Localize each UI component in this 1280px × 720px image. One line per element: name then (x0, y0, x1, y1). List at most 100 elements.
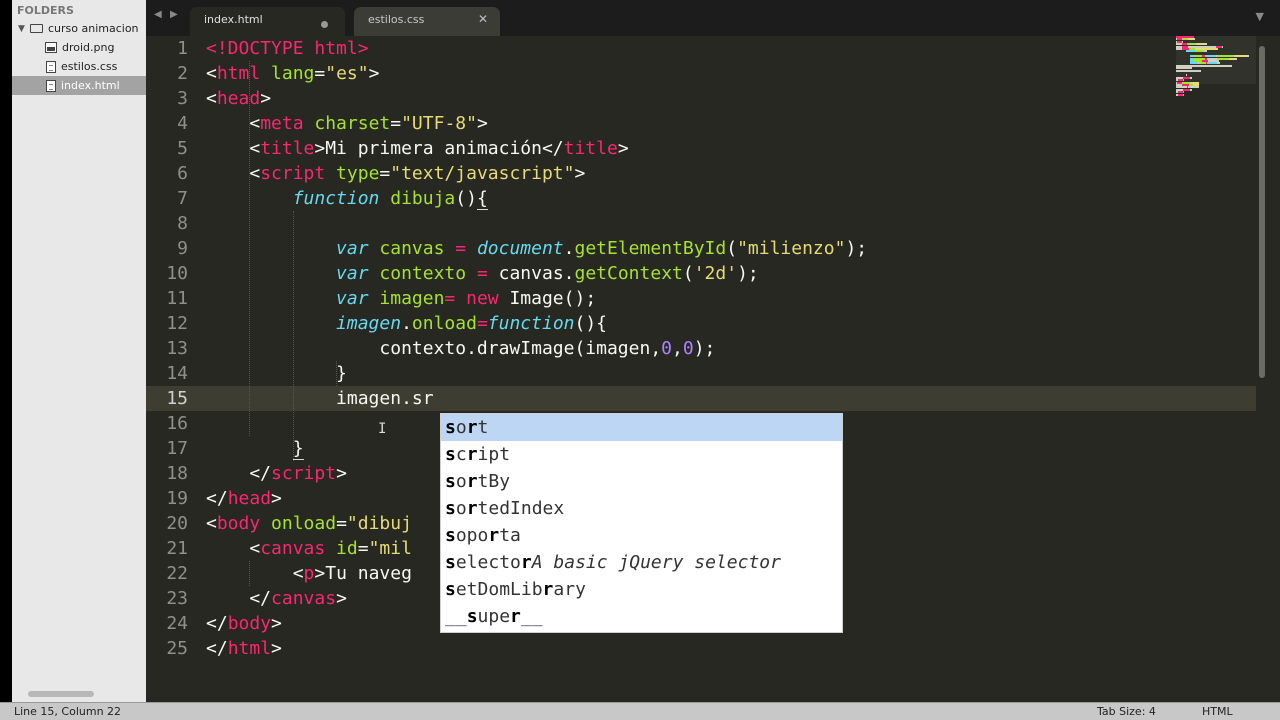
code-token: = (357, 538, 369, 559)
line-number: 15 (166, 388, 188, 409)
code-token: title (260, 138, 315, 159)
sidebar-file-index-html[interactable]: index.html (12, 76, 146, 95)
autocomplete-item[interactable]: script (441, 441, 842, 468)
autocomplete-item[interactable]: __super__ (441, 603, 842, 630)
code-line[interactable]: </head> (206, 486, 282, 511)
autocomplete-item-text: ipt (477, 444, 511, 465)
autocomplete-popup[interactable]: sort script sortBy sortedIndex soporta select… (441, 414, 842, 632)
autocomplete-item[interactable]: sort (441, 414, 842, 441)
minimap-line (1195, 50, 1204, 53)
folder-icon (30, 24, 43, 33)
code-token: = (390, 113, 402, 134)
line-number: 4 (177, 113, 188, 134)
code-token: script (271, 463, 337, 484)
code-line[interactable]: <!DOCTYPE html> (206, 36, 369, 61)
code-token: p (303, 563, 315, 584)
code-token: ( (682, 263, 694, 284)
code-token: var (336, 238, 369, 259)
folder-label: curso animacion (48, 22, 139, 35)
code-token: canvas (271, 588, 337, 609)
autocomplete-item-text: tedIndex (477, 498, 565, 519)
code-token: >Tu naveg (314, 563, 412, 584)
sidebar-folder-curso-animacion[interactable]: ▼ curso animacion (12, 19, 146, 38)
code-token: > (617, 138, 629, 159)
code-line[interactable]: </canvas> (206, 586, 347, 611)
autocomplete-item-text: opo (455, 525, 489, 546)
code-token: = (379, 163, 391, 184)
code-token: title (563, 138, 618, 159)
code-token: imagen (368, 288, 445, 309)
code-line[interactable]: <title>Mi primera animación</title> (206, 136, 629, 161)
code-line[interactable]: imagen.sr (206, 386, 434, 411)
code-token: "mil (368, 538, 412, 559)
autocomplete-item[interactable]: sortedIndex (441, 495, 842, 522)
code-token: > (336, 463, 347, 484)
close-icon[interactable]: ✕ (478, 12, 488, 26)
autocomplete-item-text: s (445, 444, 456, 465)
line-number: 3 (177, 88, 188, 109)
code-token: "es" (325, 63, 369, 84)
tab-estilos-css[interactable]: estilos.css ✕ (354, 7, 500, 36)
code-line[interactable]: imagen.onload=function(){ (206, 311, 607, 336)
code-line[interactable]: } (206, 436, 304, 461)
autocomplete-item[interactable]: sortBy (441, 468, 842, 495)
code-token: <!DOCTYPE html> (206, 38, 369, 59)
scrollbar-thumb[interactable] (1259, 46, 1265, 378)
code-line[interactable]: </script> (206, 461, 347, 486)
code-token: = (466, 263, 488, 284)
code-token: > (574, 163, 586, 184)
autocomplete-item-text: electo (455, 552, 521, 573)
code-line[interactable]: </body> (206, 611, 282, 636)
code-line[interactable]: <body onload="dibuj (206, 511, 412, 536)
code-token: var (336, 288, 369, 309)
sidebar-file-estilos-css[interactable]: estilos.css (12, 57, 146, 76)
code-token: "milienzo" (737, 238, 846, 259)
file-icon (46, 60, 56, 73)
autocomplete-item-text: r (466, 498, 478, 519)
code-line[interactable]: } (206, 361, 347, 386)
autocomplete-item[interactable]: selectorA basic jQuery selector (441, 549, 842, 576)
autocomplete-item[interactable]: soporta (441, 522, 842, 549)
code-token: (){ (574, 313, 608, 334)
modified-dot-icon[interactable] (321, 21, 328, 28)
minimap-line (1183, 93, 1185, 96)
tab-size-selector[interactable]: Tab Size: 4 (1097, 705, 1156, 718)
autocomplete-item-text: s (445, 417, 456, 438)
code-line[interactable]: <p>Tu naveg (206, 561, 412, 586)
minimap-line (1190, 76, 1192, 79)
code-line[interactable]: </html> (206, 636, 282, 661)
code-line[interactable]: <html lang="es"> (206, 61, 379, 86)
code-line[interactable]: <meta charset="UTF-8"> (206, 111, 487, 136)
code-token: ); (845, 238, 868, 259)
autocomplete-item-text: __ (520, 606, 543, 627)
code-line[interactable]: contexto.drawImage(imagen,0,0); (206, 336, 715, 361)
code-token: body (216, 513, 261, 534)
minimap[interactable] (1176, 36, 1256, 96)
code-line[interactable]: <canvas id="mil (206, 536, 412, 561)
tab-label: estilos.css (368, 13, 425, 26)
code-line[interactable]: function dibuja(){ (206, 186, 488, 211)
minimap-line (1176, 69, 1202, 72)
code-line[interactable]: <script type="text/javascript"> (206, 161, 585, 186)
code-token: </ (206, 613, 228, 634)
autocomplete-item-text: s (445, 525, 456, 546)
code-token: ); (737, 263, 759, 284)
code-token: < (206, 513, 217, 534)
chevron-left-icon[interactable]: ◀ (154, 9, 162, 20)
code-line[interactable]: var canvas = document.getElementById("mi… (206, 236, 867, 261)
autocomplete-item-text: ta (499, 525, 521, 546)
vertical-scrollbar[interactable] (1256, 36, 1268, 702)
tab-index-html[interactable]: index.html (190, 7, 345, 36)
chevron-right-icon[interactable]: ▶ (170, 9, 178, 20)
code-line[interactable]: var imagen= new Image(); (206, 286, 596, 311)
expand-arrow-icon[interactable]: ▼ (12, 24, 30, 34)
code-line[interactable]: var contexto = canvas.getContext('2d'); (206, 261, 759, 286)
code-line[interactable]: <head> (206, 86, 271, 111)
cursor-position: Line 15, Column 22 (14, 705, 122, 718)
autocomplete-item[interactable]: setDomLibrary (441, 576, 842, 603)
syntax-selector[interactable]: HTML (1202, 705, 1233, 718)
sidebar-file-droid-png[interactable]: droid.png (12, 38, 146, 57)
line-number: 19 (166, 488, 188, 509)
sidebar-scrollbar[interactable] (28, 691, 94, 697)
chevron-down-icon[interactable]: ▼ (1256, 10, 1264, 23)
